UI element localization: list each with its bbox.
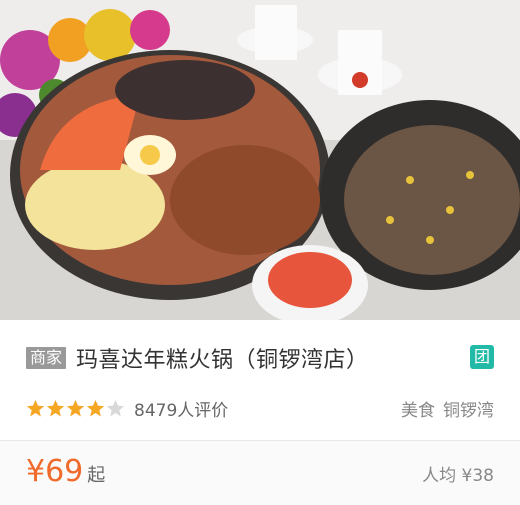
star-rating bbox=[26, 399, 126, 418]
food-photo[interactable] bbox=[0, 0, 520, 320]
price-bar: ¥69 起 人均 ¥38 bbox=[0, 441, 520, 505]
deal-info: 商家 玛喜达年糕火锅（铜锣湾店） 团 8479人评价 美食 铜锣湾 bbox=[0, 320, 520, 440]
merchant-tag: 商家 bbox=[26, 347, 67, 369]
price: ¥69 起 bbox=[26, 454, 105, 494]
star-icon-filled bbox=[46, 399, 65, 416]
group-buy-badge: 团 bbox=[470, 345, 494, 369]
title-row[interactable]: 商家 玛喜达年糕火锅（铜锣湾店） 团 bbox=[26, 342, 494, 374]
food-photo-graphic bbox=[0, 0, 520, 320]
review-count: 8479人评价 bbox=[134, 400, 229, 421]
star-icon-empty bbox=[106, 399, 125, 416]
deal-card[interactable]: 商家 玛喜达年糕火锅（铜锣湾店） 团 8479人评价 美食 铜锣湾 ¥69 起 人均… bbox=[0, 0, 520, 505]
price-suffix: 起 bbox=[87, 465, 106, 486]
category-tags: 美食 铜锣湾 bbox=[401, 396, 494, 421]
average-price: 人均 ¥38 bbox=[422, 466, 494, 486]
star-icon-filled bbox=[26, 399, 45, 416]
star-icon-filled bbox=[86, 399, 105, 416]
star-icon-filled bbox=[66, 399, 85, 416]
rating-row: 8479人评价 美食 铜锣湾 bbox=[26, 396, 494, 421]
category-label: 美食 bbox=[401, 401, 435, 421]
price-value: ¥69 bbox=[26, 454, 84, 489]
restaurant-title[interactable]: 玛喜达年糕火锅（铜锣湾店） bbox=[76, 342, 369, 374]
district-label: 铜锣湾 bbox=[443, 401, 494, 421]
